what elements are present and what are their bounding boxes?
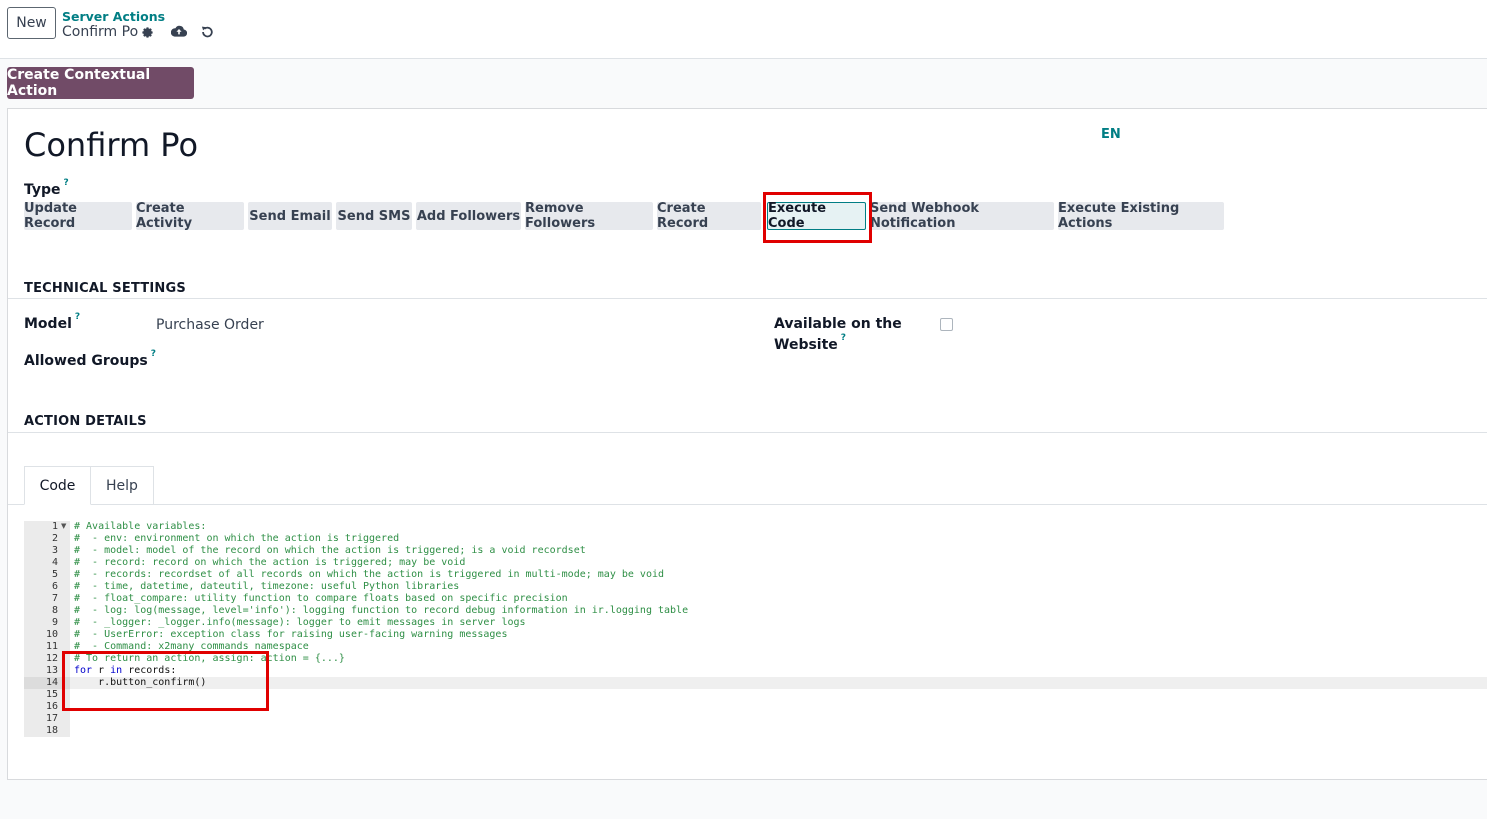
technical-settings-heading: TECHNICAL SETTINGS (24, 281, 186, 296)
breadcrumb-server-actions[interactable]: Server Actions (62, 9, 165, 24)
line-number: 9 (51, 617, 58, 628)
line-number: 17 (45, 713, 58, 724)
line-number: 16 (45, 701, 58, 712)
type-create-activity[interactable]: Create Activity (136, 201, 244, 231)
type-execute-existing-actions[interactable]: Execute Existing Actions (1058, 201, 1224, 231)
divider (8, 298, 1487, 299)
line-number: 13 (45, 665, 58, 676)
cloud-upload-icon[interactable] (171, 24, 187, 38)
code-line: # - _logger: _logger.info(message): logg… (74, 617, 526, 628)
line-number: 8 (51, 605, 58, 616)
type-create-record[interactable]: Create Record (657, 201, 761, 231)
allowed-groups-label: Allowed Groups? (24, 349, 156, 369)
type-send-email[interactable]: Send Email (248, 202, 332, 230)
line-number: 12 (45, 653, 58, 664)
model-field[interactable]: Purchase Order (156, 317, 264, 333)
website-label: Available on the (774, 316, 902, 332)
action-toolbar (0, 59, 1487, 107)
page-title[interactable]: Confirm Po (24, 126, 198, 164)
help-tooltip-icon[interactable]: ? (151, 349, 156, 359)
line-number: 18 (45, 725, 58, 736)
line-number: 7 (51, 593, 58, 604)
code-line: # - record: record on which the action i… (74, 557, 466, 568)
type-send-webhook-notification[interactable]: Send Webhook Notification (870, 201, 1054, 231)
code-line: # - records: recordset of all records on… (74, 569, 665, 580)
tab-help[interactable]: Help (91, 466, 154, 505)
line-number: 6 (51, 581, 58, 592)
code-line: # - time, datetime, dateutil, timezone: … (74, 581, 460, 592)
help-tooltip-icon[interactable]: ? (64, 178, 69, 188)
line-number: 10 (45, 629, 58, 640)
tabs-baseline (8, 504, 1487, 505)
undo-icon[interactable] (199, 24, 215, 39)
fold-arrow-icon[interactable]: ▼ (61, 522, 66, 530)
highlight-box-code (62, 651, 269, 711)
line-number: 2 (51, 533, 58, 544)
line-number: 15 (45, 689, 58, 700)
line-number: 14 (45, 677, 58, 688)
tab-code[interactable]: Code (24, 466, 91, 505)
code-line: # - model: model of the record on which … (74, 545, 586, 556)
website-checkbox[interactable] (940, 318, 953, 331)
code-line: # - float_compare: utility function to c… (74, 593, 568, 604)
website-label-line2: Website? (774, 333, 847, 353)
create-contextual-action-button[interactable]: Create Contextual Action (7, 67, 194, 99)
type-label: Type? (24, 178, 69, 198)
divider (8, 432, 1487, 433)
active-line-highlight (70, 677, 1487, 689)
type-remove-followers[interactable]: Remove Followers (525, 201, 653, 231)
line-number: 5 (51, 569, 58, 580)
line-number: 11 (45, 641, 58, 652)
type-update-record[interactable]: Update Record (24, 201, 132, 231)
code-line: # - env: environment on which the action… (74, 533, 400, 544)
help-tooltip-icon[interactable]: ? (75, 312, 80, 322)
model-label: Model? (24, 312, 81, 332)
code-line: # - UserError: exception class for raisi… (74, 629, 508, 640)
line-number: 3 (51, 545, 58, 556)
code-line: # - log: log(message, level='info'): log… (74, 605, 689, 616)
type-add-followers[interactable]: Add Followers (416, 202, 521, 230)
highlight-box-execute-code (763, 192, 872, 243)
help-tooltip-icon[interactable]: ? (841, 333, 846, 343)
action-details-heading: ACTION DETAILS (24, 414, 147, 429)
gear-icon[interactable] (140, 25, 154, 39)
code-line: # Available variables: (74, 521, 207, 532)
breadcrumb-current-record: Confirm Po (62, 24, 139, 40)
line-number: 4 (51, 557, 58, 568)
type-send-sms[interactable]: Send SMS (336, 202, 412, 230)
language-toggle[interactable]: EN (1101, 127, 1121, 142)
new-button[interactable]: New (7, 7, 56, 39)
control-panel (0, 0, 1487, 59)
line-number: 1 (51, 521, 58, 532)
